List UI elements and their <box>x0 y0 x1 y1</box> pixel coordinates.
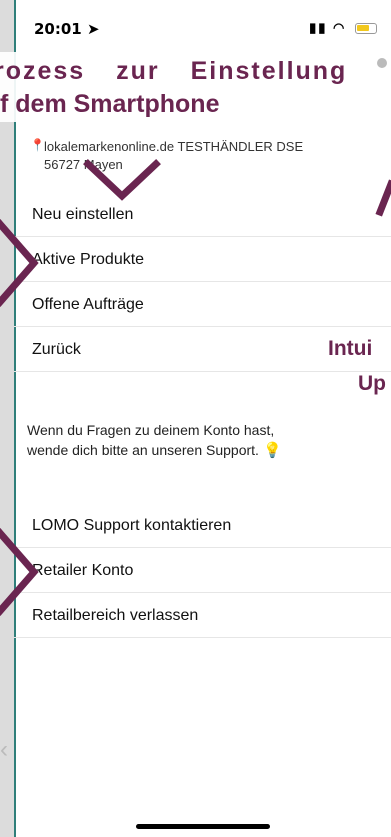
battery-charging-icon <box>355 23 377 35</box>
support-hint-line-2: wende dich bitte an unseren Support. 💡 <box>27 440 282 461</box>
banner-title-line-2: f dem Smartphone <box>0 90 220 118</box>
dot-icon <box>377 58 387 68</box>
wifi-icon: ◠ <box>333 20 347 35</box>
account-menu: LOMO Support kontaktieren Retailer Konto… <box>14 503 391 638</box>
menu-item-neu-einstellen[interactable]: Neu einstellen <box>14 192 391 237</box>
signal-icon: ▮▮ <box>309 20 328 35</box>
retailer-location: lokalemarkenonline.de TESTHÄNDLER DSE 56… <box>44 138 303 174</box>
support-hint: Wenn du Fragen zu deinem Konto hast, wen… <box>27 420 282 461</box>
menu-item-retailer-konto[interactable]: Retailer Konto <box>14 548 391 593</box>
lightbulb-icon: 💡 <box>262 442 282 459</box>
location-line-1: lokalemarkenonline.de TESTHÄNDLER DSE <box>44 139 304 154</box>
chevron-left-icon: ‹ <box>0 736 8 763</box>
side-annotation-line-2: Up <box>358 372 386 395</box>
support-hint-line-1: Wenn du Fragen zu deinem Konto hast, <box>27 422 275 438</box>
location-pin-icon: 📍 <box>30 138 45 152</box>
navigation-arrow-icon: ➤ <box>86 20 100 38</box>
status-time: 20:01 ➤ <box>34 20 100 38</box>
side-annotation-line-1: Intui <box>328 337 373 360</box>
menu-item-aktive-produkte[interactable]: Aktive Produkte <box>14 237 391 282</box>
home-indicator[interactable] <box>136 824 270 829</box>
status-bar: 20:01 ➤ ▮▮ ◠ <box>16 0 391 50</box>
menu-item-lomo-support[interactable]: LOMO Support kontaktieren <box>14 503 391 548</box>
support-hint-line-2-text: wende dich bitte an unseren Support. <box>27 442 259 458</box>
menu-item-retailbereich-verlassen[interactable]: Retailbereich verlassen <box>14 593 391 638</box>
banner-title-line-1: rozess zur Einstellung <box>0 57 348 85</box>
menu-item-offene-auftraege[interactable]: Offene Aufträge <box>14 282 391 327</box>
status-icons: ▮▮ ◠ <box>309 20 377 36</box>
phone-screen: 20:01 ➤ ▮▮ ◠ <box>14 0 391 837</box>
location-line-2: 56727 Mayen <box>44 157 123 172</box>
clock: 20:01 <box>34 20 82 38</box>
